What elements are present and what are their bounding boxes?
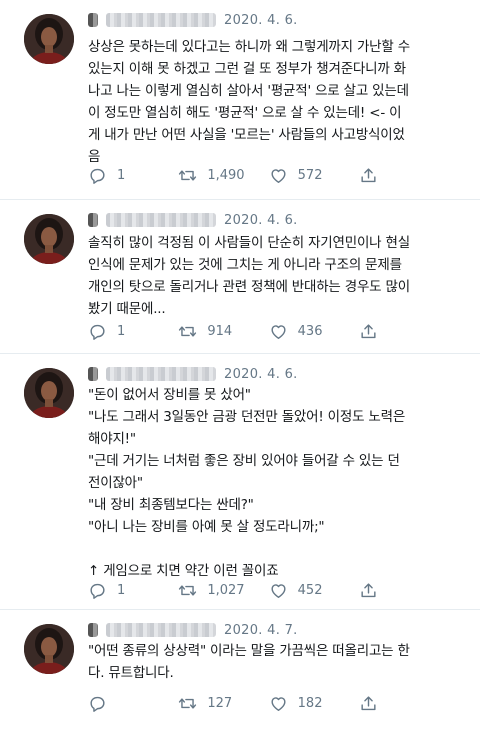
retweet-icon: [178, 322, 197, 341]
like-count: 452: [297, 582, 323, 598]
tweet-text-line: 나고 나는 이렇게 열심히 살아서 '평균적' 으로 살고 있는데: [88, 83, 409, 99]
tweet-text-line: 이 정도만 열심히 해도 '평균적' 으로 살 수 있는데! <- 이: [88, 105, 402, 121]
retweet-button[interactable]: 914: [178, 322, 268, 341]
reply-icon: [88, 694, 107, 713]
reply-count: 1: [117, 323, 126, 339]
blurred-handle: [106, 623, 216, 637]
tweet-date[interactable]: 2020. 4. 6.: [224, 213, 298, 228]
share-icon: [359, 694, 378, 713]
retweet-icon: [178, 166, 197, 185]
tweet-actions: 1 1,027 452: [88, 579, 388, 601]
retweet-icon: [178, 581, 197, 600]
avatar[interactable]: [24, 624, 74, 674]
like-count: 182: [297, 695, 323, 711]
retweet-button[interactable]: 1,027: [178, 581, 268, 600]
tweet-header: 2020. 4. 6.: [88, 210, 298, 230]
share-icon: [359, 166, 378, 185]
like-count: 572: [297, 167, 323, 183]
tweet-text-line: 해야지!": [88, 431, 136, 447]
share-button[interactable]: [359, 694, 388, 713]
avatar[interactable]: [24, 14, 74, 64]
blurred-handle: [106, 13, 216, 27]
tweet-header: 2020. 4. 7.: [88, 620, 298, 640]
heart-icon: [269, 694, 288, 713]
tweet-text: 솔직히 많이 걱정됨 이 사람들이 단순히 자기연민이나 현실 인식에 문제가 …: [88, 232, 462, 320]
tweet-actions: 127 182: [88, 692, 388, 714]
blurred-username: [88, 367, 98, 381]
tweet-header: 2020. 4. 6.: [88, 364, 298, 384]
blurred-username: [88, 13, 98, 27]
heart-icon: [269, 581, 288, 600]
tweet[interactable]: 2020. 4. 6. 솔직히 많이 걱정됨 이 사람들이 단순히 자기연민이나…: [0, 200, 480, 354]
retweet-count: 1,027: [207, 582, 245, 598]
heart-icon: [269, 322, 288, 341]
tweet-text-line: 있는지 이해 못 하겠고 그런 걸 또 정부가 챙겨준다니까 화: [88, 61, 406, 77]
tweet-text-line: 솔직히 많이 걱정됨 이 사람들이 단순히 자기연민이나 현실: [88, 235, 410, 251]
retweet-button[interactable]: 127: [178, 694, 268, 713]
share-icon: [359, 581, 378, 600]
reply-icon: [88, 322, 107, 341]
tweet-text: 상상은 못하는데 있다고는 하니까 왜 그렇게까지 가난할 수 있는지 이해 못…: [88, 36, 462, 168]
tweet-header: 2020. 4. 6.: [88, 10, 298, 30]
share-button[interactable]: [359, 581, 388, 600]
reply-button[interactable]: 1: [88, 581, 178, 600]
tweet-text-line: "어떤 종류의 상상력" 이라는 말을 가끔씩은 떠올리고는 한: [88, 643, 410, 659]
retweet-button[interactable]: 1,490: [178, 166, 268, 185]
share-button[interactable]: [359, 166, 388, 185]
tweet-text: "돈이 없어서 장비를 못 샀어" "나도 그래서 3일동안 금광 던전만 돌았…: [88, 384, 462, 582]
retweet-count: 127: [207, 695, 233, 711]
tweet-text-line: 개인의 탓으로 돌리거나 관련 정책에 반대하는 경우도 많이: [88, 279, 410, 295]
tweet-date[interactable]: 2020. 4. 7.: [224, 623, 298, 638]
blurred-username: [88, 623, 98, 637]
tweet[interactable]: 2020. 4. 7. "어떤 종류의 상상력" 이라는 말을 가끔씩은 떠올리…: [0, 610, 480, 736]
tweet-actions: 1 914 436: [88, 320, 388, 342]
like-button[interactable]: 182: [269, 694, 359, 713]
tweet-text-line: "돈이 없어서 장비를 못 샀어": [88, 387, 251, 403]
tweet-text-line: 전이잖아": [88, 475, 143, 491]
tweet-text: "어떤 종류의 상상력" 이라는 말을 가끔씩은 떠올리고는 한 다. 뮤트합니…: [88, 640, 462, 684]
tweet-text-line: 인식에 문제가 있는 것에 그치는 게 아니라 구조의 문제를: [88, 257, 402, 273]
reply-count: 1: [117, 167, 126, 183]
reply-button[interactable]: 1: [88, 166, 178, 185]
retweet-count: 914: [207, 323, 233, 339]
reply-icon: [88, 581, 107, 600]
tweet-text-line: 게 내가 만난 어떤 사실을 '모르는' 사람들의 사고방식이었: [88, 127, 405, 143]
retweet-icon: [178, 694, 197, 713]
blurred-username: [88, 213, 98, 227]
avatar[interactable]: [24, 368, 74, 418]
blurred-handle: [106, 367, 216, 381]
tweet-date[interactable]: 2020. 4. 6.: [224, 13, 298, 28]
tweet-text-line: "내 장비 최종템보다는 싼데?": [88, 497, 254, 513]
reply-count: 1: [117, 582, 126, 598]
like-button[interactable]: 436: [269, 322, 359, 341]
tweet-text-line: "아니 나는 장비를 아예 못 살 정도라니까;": [88, 519, 325, 535]
tweet-date[interactable]: 2020. 4. 6.: [224, 367, 298, 382]
share-button[interactable]: [359, 322, 388, 341]
tweet[interactable]: 2020. 4. 6. "돈이 없어서 장비를 못 샀어" "나도 그래서 3일…: [0, 354, 480, 610]
tweet-text-line: 다. 뮤트합니다.: [88, 665, 174, 681]
tweet-text-line: "나도 그래서 3일동안 금광 던전만 돌았어! 이정도 노력은: [88, 409, 406, 425]
tweet-text-line: 상상은 못하는데 있다고는 하니까 왜 그렇게까지 가난할 수: [88, 39, 410, 55]
like-button[interactable]: 572: [269, 166, 359, 185]
reply-button[interactable]: 1: [88, 322, 178, 341]
avatar[interactable]: [24, 214, 74, 264]
tweet-actions: 1 1,490 572: [88, 164, 388, 186]
like-button[interactable]: 452: [269, 581, 359, 600]
tweet-text-line: 봤기 때문에...: [88, 301, 166, 317]
tweet-text-line: "근데 거기는 너처럼 좋은 장비 있어야 들어갈 수 있는 던: [88, 453, 400, 469]
like-count: 436: [297, 323, 323, 339]
reply-icon: [88, 166, 107, 185]
share-icon: [359, 322, 378, 341]
tweet[interactable]: 2020. 4. 6. 상상은 못하는데 있다고는 하니까 왜 그렇게까지 가난…: [0, 0, 480, 200]
blurred-handle: [106, 213, 216, 227]
reply-button[interactable]: [88, 694, 178, 713]
heart-icon: [269, 166, 288, 185]
retweet-count: 1,490: [207, 167, 245, 183]
